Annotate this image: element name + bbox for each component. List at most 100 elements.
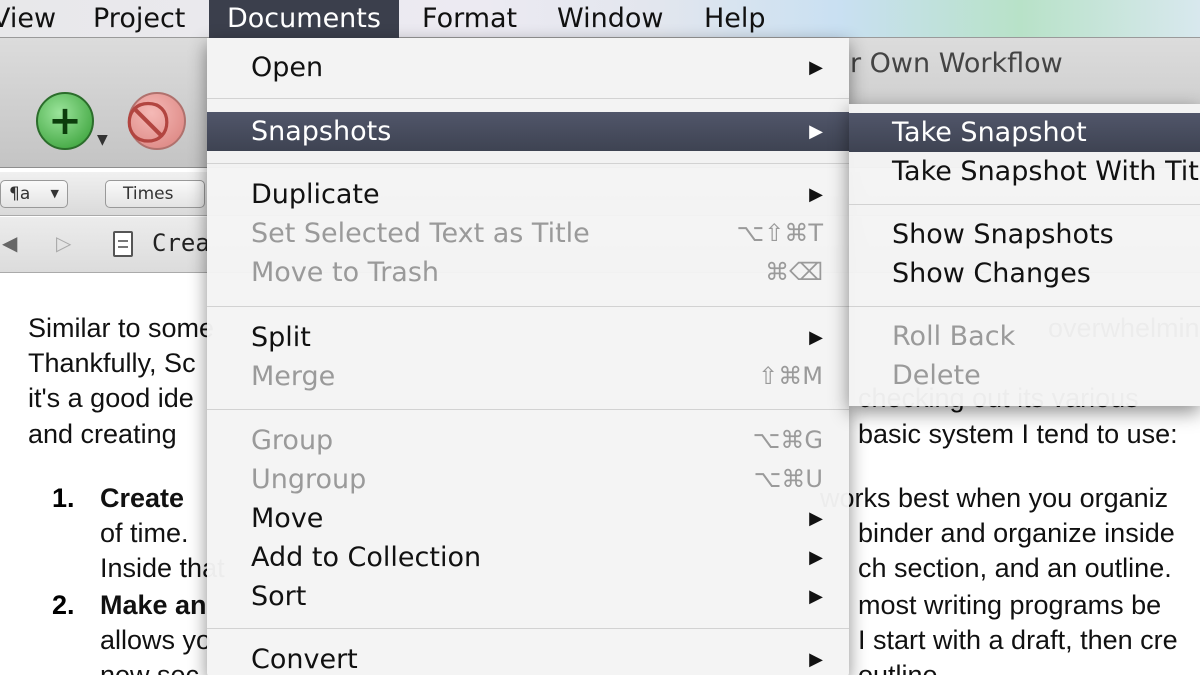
- submenu-arrow-icon: ▶: [809, 508, 823, 529]
- snapshots-submenu: Take Snapshot Take Snapshot With Title S…: [849, 104, 1200, 406]
- menu-item-label: Ungroup: [251, 464, 367, 495]
- menu-separator: [207, 628, 849, 629]
- back-arrow-icon[interactable]: ◀: [2, 231, 17, 255]
- menu-item-move-to-trash: Move to Trash ⌘⌫: [207, 253, 849, 292]
- document-icon: [113, 231, 133, 257]
- menu-item-snapshots[interactable]: Snapshots ▶: [207, 112, 849, 151]
- menu-item-label: Merge: [251, 361, 336, 392]
- menu-item-label: Snapshots: [251, 116, 392, 147]
- menu-item-show-changes[interactable]: Show Changes: [849, 254, 1200, 293]
- menu-item-label: Sort: [251, 581, 307, 612]
- plus-icon: +: [48, 98, 82, 144]
- menu-view[interactable]: View: [0, 0, 56, 38]
- doc-line: basic system I tend to use:: [858, 419, 1178, 449]
- menu-item-delete: Delete: [849, 356, 1200, 395]
- window-title: r Own Workflow: [850, 48, 1063, 79]
- menu-documents[interactable]: Documents: [209, 0, 399, 38]
- menu-item-label: Show Changes: [892, 258, 1091, 289]
- menu-project[interactable]: Project: [93, 0, 185, 38]
- menu-shortcut: ⌥⇧⌘T: [736, 219, 823, 247]
- menu-item-label: Open: [251, 52, 324, 83]
- menu-item-set-title: Set Selected Text as Title ⌥⇧⌘T: [207, 214, 849, 253]
- menu-item-split[interactable]: Split ▶: [207, 318, 849, 357]
- menu-item-label: Duplicate: [251, 179, 380, 210]
- doc-line: I start with a draft, then cre: [858, 625, 1178, 655]
- menu-item-label: Roll Back: [892, 321, 1016, 352]
- menu-item-open[interactable]: Open ▶: [207, 48, 849, 87]
- doc-line: of time.: [100, 518, 189, 548]
- document-breadcrumb[interactable]: Crea: [152, 229, 210, 257]
- doc-line: works best when you organiz: [820, 483, 1169, 513]
- submenu-arrow-icon: ▶: [809, 121, 823, 142]
- add-button[interactable]: +: [36, 92, 94, 150]
- menu-item-label: Add to Collection: [251, 542, 482, 573]
- menu-item-label: Take Snapshot With Title: [892, 156, 1200, 187]
- menu-item-add-to-collection[interactable]: Add to Collection ▶: [207, 538, 849, 577]
- menu-item-label: Move to Trash: [251, 257, 440, 288]
- menu-separator: [207, 306, 849, 307]
- doc-line: binder and organize inside: [858, 518, 1175, 548]
- paragraph-style-select[interactable]: ¶a ▼: [0, 180, 68, 208]
- menu-item-label: Split: [251, 322, 311, 353]
- menu-separator: [849, 204, 1200, 205]
- paragraph-style-label: ¶a: [9, 184, 31, 204]
- submenu-arrow-icon: ▶: [809, 57, 823, 78]
- menu-shortcut: ⌘⌫: [765, 258, 823, 286]
- menu-item-show-snapshots[interactable]: Show Snapshots: [849, 215, 1200, 254]
- menu-window[interactable]: Window: [557, 0, 663, 38]
- submenu-arrow-icon: ▶: [809, 184, 823, 205]
- menu-help[interactable]: Help: [704, 0, 766, 38]
- submenu-arrow-icon: ▶: [809, 327, 823, 348]
- list-item-heading: Create: [100, 483, 185, 513]
- menu-item-move[interactable]: Move ▶: [207, 499, 849, 538]
- menu-item-ungroup: Ungroup ⌥⌘U: [207, 460, 849, 499]
- doc-line: Thankfully, Sc: [28, 348, 196, 378]
- add-menu-caret-icon[interactable]: ▼: [97, 132, 108, 148]
- menu-separator: [849, 306, 1200, 307]
- chevron-down-icon: ▼: [50, 187, 59, 200]
- doc-line: outline: [858, 660, 938, 675]
- delete-button[interactable]: ⃠: [128, 92, 186, 150]
- doc-line: ch section, and an outline.: [858, 553, 1172, 583]
- submenu-arrow-icon: ▶: [809, 586, 823, 607]
- list-number: 2.: [52, 590, 75, 620]
- menu-item-label: Convert: [251, 644, 358, 675]
- menu-item-sort[interactable]: Sort ▶: [207, 577, 849, 616]
- menu-shortcut: ⇧⌘M: [758, 362, 823, 390]
- forward-arrow-icon[interactable]: ▷: [56, 231, 71, 255]
- doc-line: Similar to some: [28, 313, 215, 343]
- menu-item-label: Delete: [892, 360, 981, 391]
- doc-line: Inside that: [100, 553, 225, 583]
- doc-line: allows yo: [100, 625, 212, 655]
- menu-separator: [207, 409, 849, 410]
- list-item-heading: Make an: [100, 590, 207, 620]
- doc-line: it's a good ide: [28, 383, 194, 413]
- menu-format[interactable]: Format: [422, 0, 517, 38]
- doc-line: most writing programs be: [858, 590, 1162, 620]
- menu-shortcut: ⌥⌘U: [753, 465, 823, 493]
- submenu-arrow-icon: ▶: [809, 547, 823, 568]
- menu-item-label: Take Snapshot: [892, 117, 1087, 148]
- font-family-label: Times: [123, 184, 174, 204]
- menu-shortcut: ⌥⌘G: [752, 426, 823, 454]
- menu-item-label: Group: [251, 425, 334, 456]
- menu-item-duplicate[interactable]: Duplicate ▶: [207, 175, 849, 214]
- menu-bar: View Project Documents Format Window Hel…: [0, 0, 1200, 38]
- menu-item-label: Show Snapshots: [892, 219, 1114, 250]
- doc-line: new sec: [100, 660, 200, 675]
- menu-item-take-snapshot-with-title[interactable]: Take Snapshot With Title: [849, 152, 1200, 191]
- menu-separator: [207, 98, 849, 99]
- menu-separator: [207, 163, 849, 164]
- menu-item-group: Group ⌥⌘G: [207, 421, 849, 460]
- list-number: 1.: [52, 483, 75, 513]
- menu-item-take-snapshot[interactable]: Take Snapshot: [849, 113, 1200, 152]
- menu-item-label: Set Selected Text as Title: [251, 218, 590, 249]
- font-family-select[interactable]: Times: [105, 180, 205, 208]
- doc-line: and creating: [28, 419, 177, 449]
- submenu-arrow-icon: ▶: [809, 649, 823, 670]
- menu-item-merge: Merge ⇧⌘M: [207, 357, 849, 396]
- menu-item-convert[interactable]: Convert ▶: [207, 640, 849, 675]
- menu-item-roll-back: Roll Back: [849, 317, 1200, 356]
- menu-item-label: Move: [251, 503, 324, 534]
- documents-menu: Open ▶ Snapshots ▶ Duplicate ▶ Set Selec…: [207, 38, 849, 675]
